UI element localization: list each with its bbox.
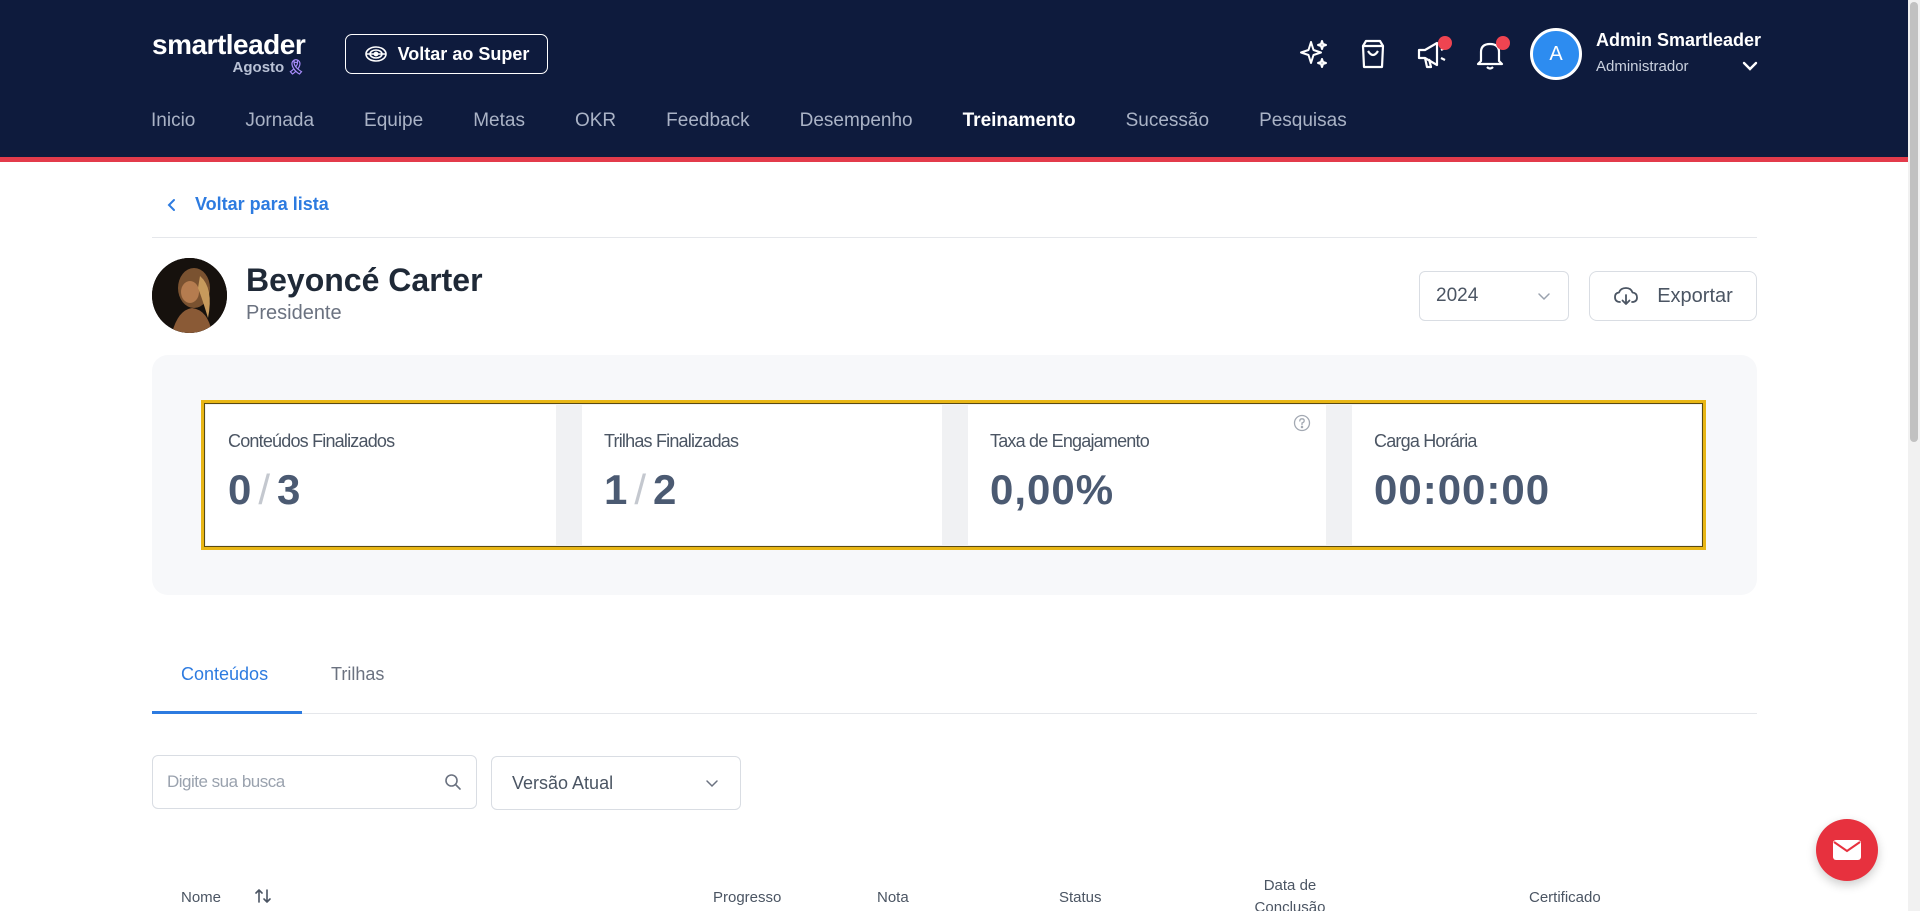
shop-button[interactable] xyxy=(1355,36,1391,72)
profile-name: Beyoncé Carter xyxy=(246,262,483,298)
sparkles-button[interactable] xyxy=(1296,36,1332,72)
page-scrollbar[interactable] xyxy=(1908,0,1920,911)
back-to-super-label: Voltar ao Super xyxy=(397,43,530,64)
search-input[interactable] xyxy=(167,772,407,792)
stat-value: 0,00% xyxy=(990,466,1115,513)
main-nav: Inicio Jornada Equipe Metas OKR Feedback… xyxy=(151,110,1397,132)
user-name[interactable]: Admin Smartleader xyxy=(1596,30,1761,51)
version-select[interactable]: Versão Atual xyxy=(491,756,741,810)
year-select[interactable]: 2024 xyxy=(1419,271,1569,321)
search-icon[interactable] xyxy=(444,773,462,791)
radar-icon xyxy=(364,46,387,62)
stat-value: 00:00:00 xyxy=(1374,466,1551,513)
back-to-list-link[interactable]: Voltar para lista xyxy=(165,194,329,215)
brand-logo[interactable]: smartleader Agosto 🎗 xyxy=(152,29,306,77)
tab-conteudos[interactable]: Conteúdos xyxy=(181,664,268,685)
stat-label: Trilhas Finalizadas xyxy=(604,431,739,451)
brand-month: Agosto 🎗 xyxy=(232,59,306,76)
nav-item-pesquisas[interactable]: Pesquisas xyxy=(1259,110,1347,132)
stat-label: Taxa de Engajamento xyxy=(990,431,1150,451)
nav-item-metas[interactable]: Metas xyxy=(473,110,525,132)
sparkles-icon xyxy=(1300,40,1327,68)
nav-item-inicio[interactable]: Inicio xyxy=(151,110,195,132)
help-icon[interactable] xyxy=(1293,414,1311,432)
profile-role: Presidente xyxy=(246,302,342,324)
stat-card-conteudos: Conteúdos Finalizados 0/3 xyxy=(206,405,556,545)
search-field[interactable] xyxy=(152,755,477,809)
export-button[interactable]: Exportar xyxy=(1589,271,1757,321)
stat-card-trilhas: Trilhas Finalizadas 1/2 xyxy=(582,405,942,545)
notifications-button[interactable] xyxy=(1472,36,1510,72)
stat-value: 0/3 xyxy=(228,466,302,513)
ribbon-icon: 🎗 xyxy=(286,59,306,76)
brand-name: smartleader xyxy=(152,29,306,60)
mail-icon xyxy=(1833,840,1861,860)
contact-fab-button[interactable] xyxy=(1816,819,1878,881)
active-tab-indicator xyxy=(152,711,302,714)
notification-dot xyxy=(1438,36,1452,50)
stat-value: 1/2 xyxy=(604,466,678,513)
nav-item-desempenho[interactable]: Desempenho xyxy=(800,110,913,132)
column-header-certificate: Certificado xyxy=(1529,889,1601,906)
nav-item-okr[interactable]: OKR xyxy=(575,110,616,132)
announcements-button[interactable] xyxy=(1414,36,1452,72)
sort-icon[interactable] xyxy=(254,887,272,905)
top-header: smartleader Agosto 🎗 Voltar ao Super A A… xyxy=(0,0,1920,162)
nav-item-equipe[interactable]: Equipe xyxy=(364,110,423,132)
tab-trilhas[interactable]: Trilhas xyxy=(331,664,384,685)
chevron-down-icon xyxy=(706,780,718,788)
chevron-down-icon xyxy=(1538,293,1550,301)
back-to-list-label: Voltar para lista xyxy=(195,194,329,214)
stat-label: Conteúdos Finalizados xyxy=(228,431,395,451)
stat-card-engajamento: Taxa de Engajamento 0,00% xyxy=(968,405,1326,545)
notification-dot xyxy=(1496,36,1510,50)
stat-card-carga-horaria: Carga Horária 00:00:00 xyxy=(1352,405,1701,545)
export-label: Exportar xyxy=(1657,284,1733,307)
version-select-value: Versão Atual xyxy=(512,772,614,793)
column-header-grade: Nota xyxy=(877,889,909,906)
scrollbar-thumb[interactable] xyxy=(1910,2,1918,442)
nav-item-jornada[interactable]: Jornada xyxy=(245,110,314,132)
profile-avatar xyxy=(152,258,227,333)
column-header-completion-date: Data de Conclusão xyxy=(1254,877,1326,911)
divider xyxy=(152,237,1757,238)
stat-label: Carga Horária xyxy=(1374,431,1477,451)
column-header-name[interactable]: Nome xyxy=(181,889,221,906)
nav-item-feedback[interactable]: Feedback xyxy=(666,110,749,132)
back-to-super-button[interactable]: Voltar ao Super xyxy=(345,34,548,74)
column-header-status: Status xyxy=(1059,889,1102,906)
user-avatar[interactable]: A xyxy=(1530,28,1582,80)
column-header-progress: Progresso xyxy=(713,889,782,906)
user-role: Administrador xyxy=(1596,58,1689,75)
nav-item-treinamento[interactable]: Treinamento xyxy=(963,110,1076,132)
year-select-value: 2024 xyxy=(1436,285,1479,306)
nav-item-sucessao[interactable]: Sucessão xyxy=(1126,110,1209,132)
tabs-divider xyxy=(152,713,1757,714)
profile-photo-image xyxy=(152,258,227,333)
cloud-download-icon xyxy=(1614,287,1639,305)
chevron-left-icon xyxy=(167,198,175,211)
chevron-down-icon[interactable] xyxy=(1740,56,1760,76)
shopping-bag-icon xyxy=(1361,39,1385,69)
